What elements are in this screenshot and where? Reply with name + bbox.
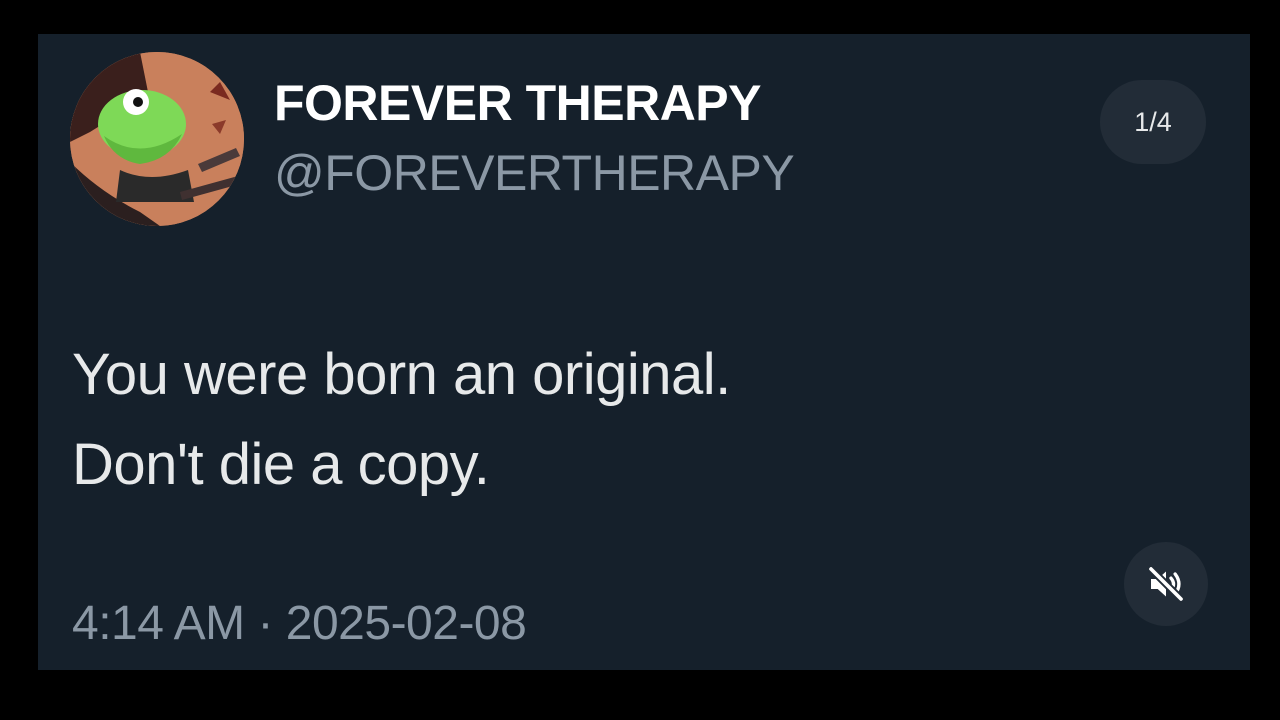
tweet-date: 2025-02-08 [285,597,527,650]
mute-toggle-button[interactable] [1124,542,1208,626]
tweet-text-line: You were born an original. [72,342,731,407]
avatar[interactable] [70,52,244,226]
tweet-time: 4:14 AM [72,597,245,650]
tweet-card: FOREVER THERAPY @FOREVERTHERAPY 1/4 You … [38,34,1250,670]
timestamp-separator: · [257,597,273,650]
tweet-text-line: Don't die a copy. [72,432,490,497]
display-name[interactable]: FOREVER THERAPY [274,74,762,132]
speaker-muted-icon [1147,565,1185,603]
tweet-text: You were born an original. Don't die a c… [72,330,731,510]
media-counter-badge: 1/4 [1100,80,1206,164]
tweet-timestamp[interactable]: 4:14 AM · 2025-02-08 [72,594,527,654]
frog-avatar-icon [70,52,244,226]
user-handle[interactable]: @FOREVERTHERAPY [274,144,795,202]
